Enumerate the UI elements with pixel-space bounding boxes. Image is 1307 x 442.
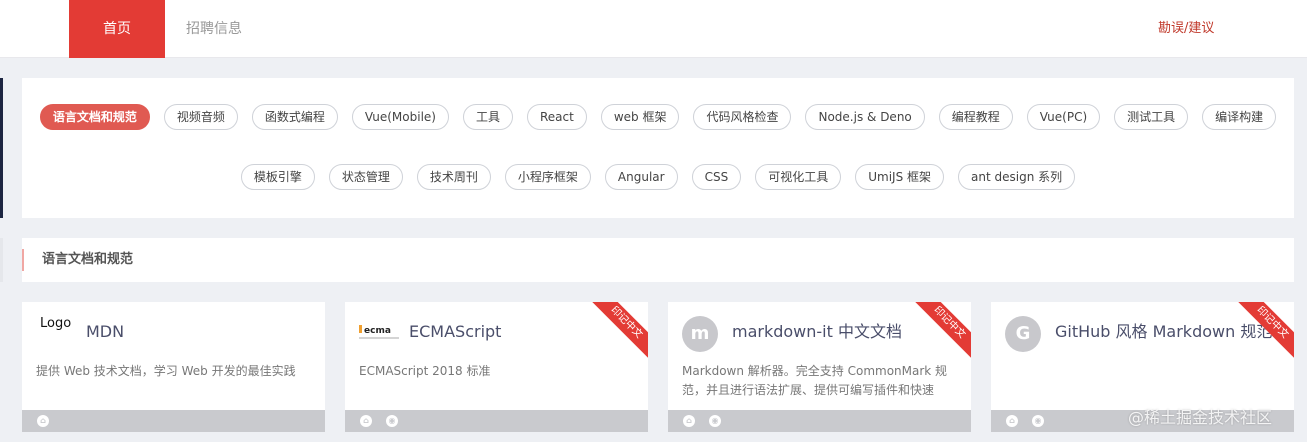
category-tag[interactable]: UmiJS 框架 [855, 164, 945, 190]
category-tag[interactable]: React [526, 104, 587, 130]
resource-card-mdn[interactable]: Logo MDN 提供 Web 技术文档，学习 Web 开发的最佳实践 ⌂ [22, 302, 325, 432]
category-tag[interactable]: Angular [604, 164, 678, 190]
resource-card-ecmascript[interactable]: ecma ECMAScript ECMAScript 2018 标准 印记中文 … [345, 302, 648, 432]
section-header: 语言文档和规范 [22, 238, 1294, 282]
category-tag[interactable]: 可视化工具 [755, 164, 842, 190]
category-tag[interactable]: 语言文档和规范 [39, 104, 150, 130]
home-icon[interactable]: ⌂ [683, 415, 695, 427]
ecma-logo: ecma [359, 325, 399, 339]
category-tag[interactable]: Vue(PC) [1026, 104, 1101, 130]
category-tag[interactable]: Node.js & Deno [805, 104, 925, 130]
card-title[interactable]: ECMAScript [409, 320, 501, 344]
github-markdown-logo: G [1005, 316, 1041, 352]
github-icon[interactable]: ◉ [386, 415, 398, 427]
home-icon[interactable]: ⌂ [1006, 415, 1018, 427]
category-tag[interactable]: 代码风格检查 [693, 104, 792, 130]
category-tag[interactable]: web 框架 [600, 104, 680, 130]
category-tag[interactable]: 工具 [462, 104, 513, 130]
section-marker [22, 249, 24, 271]
category-tag[interactable]: 技术周刊 [416, 164, 491, 190]
category-tag[interactable]: 编译构建 [1202, 104, 1277, 130]
resource-card-markdown-it[interactable]: m markdown-it 中文文档 Markdown 解析器。完全支持 Com… [668, 302, 971, 432]
category-tag[interactable]: 小程序框架 [504, 164, 591, 190]
category-tag[interactable]: 函数式编程 [251, 104, 338, 130]
nav-jobs-tab[interactable]: 招聘信息 [186, 0, 242, 58]
card-description: ECMAScript 2018 标准 [359, 364, 491, 378]
github-icon[interactable]: ◉ [1032, 415, 1044, 427]
markdown-it-logo: m [682, 316, 718, 352]
nav-feedback-link[interactable]: 勘误/建议 [1158, 0, 1214, 58]
category-tag[interactable]: 视频音频 [163, 104, 238, 130]
watermark: @稀土掘金技术社区 [1128, 408, 1273, 427]
card-footer: ⌂ ◉ [345, 410, 648, 432]
card-description: Markdown 解析器。完全支持 CommonMark 规范，并且进行语法扩展… [682, 364, 948, 397]
section-left-bar [0, 238, 3, 282]
category-tag[interactable]: CSS [691, 164, 742, 190]
nav-home-tab[interactable]: 首页 [69, 0, 165, 58]
card-ribbon: 印记中文 [907, 302, 971, 365]
card-title[interactable]: GitHub 风格 Markdown 规范 [1055, 320, 1272, 344]
card-description: 提供 Web 技术文档，学习 Web 开发的最佳实践 [36, 364, 296, 378]
category-tag[interactable]: 模板引擎 [240, 164, 315, 190]
category-tag[interactable]: 测试工具 [1114, 104, 1189, 130]
category-row-2: 模板引擎 状态管理 技术周刊 小程序框架 Angular CSS 可视化工具 U… [22, 164, 1294, 190]
home-icon[interactable]: ⌂ [37, 415, 49, 427]
github-icon[interactable]: ◉ [709, 415, 721, 427]
category-row-1: 语言文档和规范 视频音频 函数式编程 Vue(Mobile) 工具 React … [22, 104, 1294, 130]
home-icon[interactable]: ⌂ [360, 415, 372, 427]
section-title: 语言文档和规范 [42, 252, 134, 267]
category-tag[interactable]: 状态管理 [328, 164, 403, 190]
card-footer: ⌂ ◉ [668, 410, 971, 432]
top-navigation: 首页 招聘信息 勘误/建议 [0, 0, 1307, 58]
card-title[interactable]: MDN [86, 320, 124, 344]
left-accent-bar [0, 78, 3, 218]
category-tag[interactable]: 编程教程 [938, 104, 1013, 130]
card-footer: ⌂ [22, 410, 325, 432]
category-panel: 语言文档和规范 视频音频 函数式编程 Vue(Mobile) 工具 React … [22, 78, 1294, 218]
category-tag[interactable]: ant design 系列 [958, 164, 1076, 190]
mdn-logo-placeholder: Logo [40, 316, 72, 331]
card-ribbon: 印记中文 [584, 302, 648, 365]
category-tag[interactable]: Vue(Mobile) [351, 104, 449, 130]
card-title[interactable]: markdown-it 中文文档 [732, 320, 902, 344]
